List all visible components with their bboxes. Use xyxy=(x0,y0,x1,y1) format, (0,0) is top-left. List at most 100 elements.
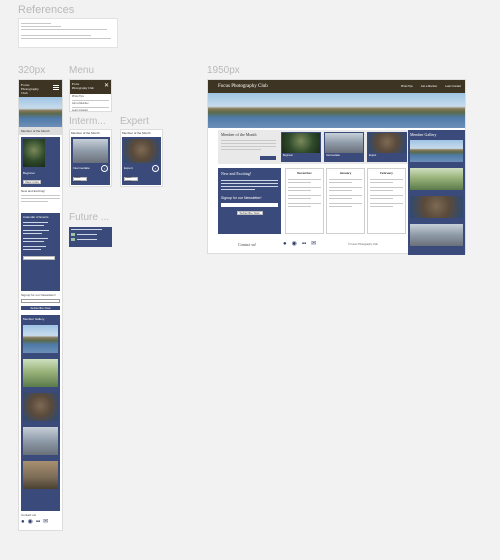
mobile-calendar-button[interactable] xyxy=(23,256,55,260)
desktop-gallery-photo-2[interactable] xyxy=(410,168,463,190)
month-january: January xyxy=(339,171,352,175)
desktop-card-beginner[interactable]: Beginner xyxy=(281,132,321,162)
mail-icon[interactable]: ✉ xyxy=(311,241,316,247)
mobile-gallery-photo-2[interactable] xyxy=(23,359,58,387)
intermediate-label: Intermediate xyxy=(73,166,90,170)
menu-item-join[interactable]: Join a Member xyxy=(72,102,109,106)
mobile-new-section: New and Exciting! xyxy=(21,189,60,211)
mobile-gallery-photo-1[interactable] xyxy=(23,325,58,353)
references-label: References xyxy=(18,4,75,16)
label-menu: Menu xyxy=(69,65,95,76)
mobile-beginner-label: Beginner xyxy=(23,171,36,175)
desktop-member-title: Member of the Month xyxy=(221,132,257,137)
mobile-320-frame: Focus Photography Club Member of the Mon… xyxy=(18,79,63,531)
desktop-gallery: Member Gallery xyxy=(408,130,465,255)
desktop-nav: Photo Tips Join a Member Learn Contact xyxy=(401,85,461,88)
desktop-header: Focus Photography Club Photo Tips Join a… xyxy=(208,80,465,93)
mobile-hero-image xyxy=(19,97,62,127)
mobile-member-month: Member of the Month xyxy=(19,127,62,135)
mobile-beginner-card[interactable]: Beginner View more xyxy=(21,137,60,187)
menu-items: Photo Tips Join a Member Learn Contact xyxy=(70,94,111,114)
mobile-gallery-title: Member Gallery xyxy=(23,317,45,321)
next-icon-2[interactable]: › xyxy=(152,165,159,172)
month-december: December xyxy=(297,171,312,175)
desktop-social: ● ◉ ▪▪ ✉ xyxy=(283,241,316,247)
desktop-calendar: December January February xyxy=(285,168,406,234)
nav-contact[interactable]: Learn Contact xyxy=(445,85,461,88)
intermediate-photo xyxy=(73,139,108,163)
desktop-member-row: Member of the Month Beginner Intermediat… xyxy=(218,130,408,164)
desktop-gallery-title: Member Gallery xyxy=(410,132,437,137)
desktop-hero-image xyxy=(208,93,465,128)
desktop-subscribe-button[interactable]: Subscribe Now xyxy=(236,211,263,215)
desktop-gallery-photo-1[interactable] xyxy=(410,140,463,162)
menu-frame: Focus Photography Club ✕ Photo Tips Join… xyxy=(69,79,112,112)
menu-item-contact[interactable]: Learn Contact xyxy=(72,109,109,113)
flickr-icon[interactable]: ▪▪ xyxy=(36,519,40,525)
instagram-icon[interactable]: ◉ xyxy=(28,519,33,525)
desktop-news: New and Exciting! Signup for our Newslet… xyxy=(218,168,281,234)
mobile-header: Focus Photography Club xyxy=(19,80,62,97)
flickr-icon[interactable]: ▪▪ xyxy=(302,241,306,247)
menu-title: Focus Photography Club xyxy=(72,82,94,90)
desktop-news-title: New and Exciting! xyxy=(221,171,252,176)
mobile-title: Focus Photography Club xyxy=(21,83,39,95)
mobile-contact-label: Contact us! xyxy=(21,513,37,517)
mobile-contact: Contact us! ● ◉ ▪▪ ✉ xyxy=(21,513,60,525)
facebook-icon[interactable]: ● xyxy=(21,519,25,525)
facebook-icon[interactable]: ● xyxy=(283,241,287,247)
calendar-february: February xyxy=(367,168,406,234)
mobile-signup-title: Signup for our Newsletter! xyxy=(21,293,56,297)
desktop-email-field[interactable] xyxy=(221,203,278,207)
mobile-calendar: Calendar of Events xyxy=(21,213,60,291)
references-box xyxy=(18,18,118,48)
desktop-frame: Focus Photography Club Photo Tips Join a… xyxy=(207,79,466,255)
mobile-gallery: Member Gallery xyxy=(21,315,60,511)
mobile-gallery-photo-5[interactable] xyxy=(23,461,58,489)
nav-tips[interactable]: Photo Tips xyxy=(401,85,413,88)
desktop-intermediate-label: Intermediate xyxy=(326,154,340,157)
desktop-card-expert[interactable]: Expert xyxy=(367,132,407,162)
mobile-view-more[interactable]: View more xyxy=(23,180,41,184)
expert-label: Expert xyxy=(124,166,133,170)
menu-item-tips[interactable]: Photo Tips xyxy=(72,95,109,99)
calendar-january: January xyxy=(326,168,365,234)
next-icon[interactable]: › xyxy=(101,165,108,172)
desktop-beginner-label: Beginner xyxy=(283,154,294,157)
calendar-december: December xyxy=(285,168,324,234)
desktop-card-intermediate[interactable]: Intermediate xyxy=(324,132,364,162)
desktop-member-button[interactable] xyxy=(260,156,276,160)
mobile-gallery-photo-3[interactable] xyxy=(23,393,58,421)
desktop-signup-title: Signup for our Newsletter! xyxy=(221,196,262,200)
mobile-calendar-title: Calendar of Events xyxy=(23,215,49,219)
label-future: Future ... xyxy=(69,212,110,223)
desktop-contact-label: Contact us! xyxy=(238,242,257,247)
expert-photo xyxy=(124,139,159,163)
desktop-copyright: © Focus Photography Club xyxy=(348,243,379,246)
nav-join[interactable]: Join a Member xyxy=(421,85,438,88)
mail-icon[interactable]: ✉ xyxy=(43,519,48,525)
mobile-subscribe-button[interactable]: Subscribe Now xyxy=(21,306,60,310)
expert-title: Member of the Month xyxy=(122,131,151,135)
mobile-signup: Signup for our Newsletter! Subscribe Now xyxy=(21,293,60,313)
label-1950: 1950px xyxy=(207,65,240,76)
label-intermediate: Interm... xyxy=(69,116,106,127)
month-february: February xyxy=(380,171,393,175)
mobile-new-title: New and Exciting! xyxy=(21,189,46,193)
intermediate-title: Member of the Month xyxy=(71,131,100,135)
expert-frame: Member of the Month Expert › View more xyxy=(120,129,163,187)
close-icon[interactable]: ✕ xyxy=(104,82,109,89)
label-expert: Expert xyxy=(120,116,149,127)
mobile-email-field[interactable] xyxy=(21,299,60,303)
instagram-icon[interactable]: ◉ xyxy=(292,241,297,247)
desktop-title: Focus Photography Club xyxy=(218,84,268,89)
desktop-expert-label: Expert xyxy=(369,154,377,157)
desktop-gallery-photo-4[interactable] xyxy=(410,224,463,246)
mobile-gallery-photo-4[interactable] xyxy=(23,427,58,455)
expert-view-more[interactable]: View more xyxy=(124,175,138,183)
hamburger-icon[interactable] xyxy=(53,85,59,90)
desktop-gallery-photo-3[interactable] xyxy=(410,196,463,218)
intermediate-view-more[interactable]: View more xyxy=(73,175,87,183)
label-320: 320px xyxy=(18,65,46,76)
intermediate-frame: Member of the Month Intermediate › View … xyxy=(69,129,112,187)
